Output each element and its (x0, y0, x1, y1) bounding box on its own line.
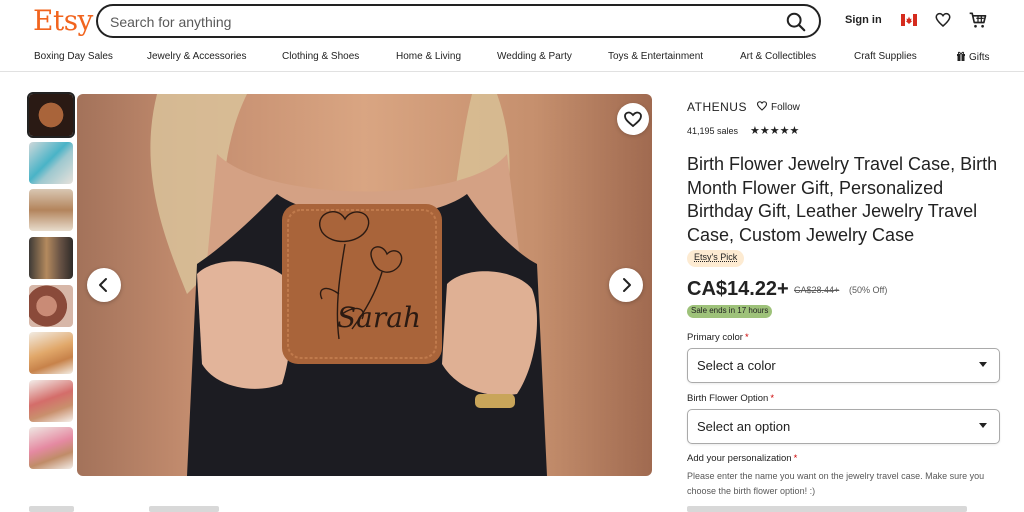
sales-count: 41,195 sales (687, 126, 739, 136)
current-price: CA$14.22+ (687, 278, 789, 300)
thumbnail-5[interactable] (29, 285, 73, 327)
etsy-logo[interactable]: Etsy (33, 4, 93, 37)
below-fold-textbox (687, 506, 967, 512)
nav-item-toys[interactable]: Toys & Entertainment (608, 51, 703, 62)
nav-item-gifts[interactable]: Gifts (956, 51, 990, 63)
nav-item-clothing[interactable]: Clothing & Shoes (282, 51, 359, 62)
gift-icon (957, 51, 965, 61)
nav-item-craft[interactable]: Craft Supplies (854, 51, 917, 62)
favorite-button[interactable] (617, 103, 649, 135)
thumbnail-2[interactable] (29, 142, 73, 184)
required-asterisk: * (793, 453, 798, 464)
product-title: Birth Flower Jewelry Travel Case, Birth … (687, 154, 998, 245)
personalization-help-text: Please enter the name you want on the je… (687, 471, 985, 496)
nav-item-wedding[interactable]: Wedding & Party (497, 51, 572, 62)
nav-item-boxing-day[interactable]: Boxing Day Sales (34, 51, 113, 62)
thumbnail-8[interactable] (29, 427, 73, 469)
category-nav: Boxing Day Sales Jewelry & Accessories C… (0, 44, 1024, 72)
previous-image-button[interactable] (87, 268, 121, 302)
nav-item-gifts-label: Gifts (969, 52, 990, 63)
main-product-image[interactable]: Sarah (77, 94, 652, 476)
original-price: CA$28.44+ (794, 285, 840, 295)
primary-color-select[interactable]: Select a color (687, 348, 1000, 383)
thumbnail-3[interactable] (29, 189, 73, 231)
engraved-name: Sarah (337, 301, 421, 334)
thumbnail-7[interactable] (29, 380, 73, 422)
next-image-button[interactable] (609, 268, 643, 302)
primary-color-value: Select a color (697, 358, 776, 373)
personalization-label: Add your personalization * (687, 453, 797, 464)
birth-flower-label-text: Birth Flower Option (687, 393, 769, 404)
required-asterisk: * (744, 332, 749, 343)
follow-label: Follow (771, 102, 800, 113)
sale-ends-badge: Sale ends in 17 hours (687, 305, 773, 318)
thumbnail-6[interactable] (29, 332, 73, 374)
discount-percent: (50% Off) (849, 285, 888, 295)
nav-item-jewelry[interactable]: Jewelry & Accessories (147, 51, 246, 62)
chevron-left-icon (99, 278, 107, 292)
search-icon[interactable] (785, 11, 807, 33)
caret-down-icon (979, 423, 987, 428)
sign-in-link[interactable]: Sign in (845, 14, 882, 26)
primary-color-label: Primary color * (687, 332, 749, 343)
nav-item-art[interactable]: Art & Collectibles (740, 51, 816, 62)
follow-heart-icon (756, 101, 768, 111)
follow-button[interactable]: Follow (756, 100, 800, 113)
etsys-pick-badge[interactable]: Etsy's Pick (687, 250, 745, 267)
below-fold-text (29, 506, 74, 512)
primary-color-label-text: Primary color (687, 332, 743, 343)
required-asterisk: * (770, 393, 775, 404)
chevron-right-icon (623, 278, 631, 292)
thumbnail-1[interactable] (27, 92, 75, 138)
caret-down-icon (979, 362, 987, 367)
personalization-label-text: Add your personalization (687, 453, 792, 464)
shop-name[interactable]: ATHENUS (687, 100, 747, 114)
cart-icon[interactable] (968, 10, 988, 30)
product-photo: Sarah (150, 94, 547, 476)
below-fold-stars (149, 506, 219, 512)
search-bar (96, 4, 821, 38)
nav-item-home[interactable]: Home & Living (396, 51, 461, 62)
birth-flower-select[interactable]: Select an option (687, 409, 1000, 444)
birth-flower-value: Select an option (697, 419, 791, 434)
thumbnail-4[interactable] (29, 237, 73, 279)
rating-stars[interactable]: ★★★★★ (750, 124, 799, 137)
canada-flag-icon[interactable] (901, 14, 917, 26)
header: Etsy Sign in (0, 0, 1024, 44)
heart-icon (624, 111, 642, 128)
etsys-pick-label: Etsy's Pick (694, 252, 738, 262)
search-input[interactable] (110, 12, 750, 32)
birth-flower-label: Birth Flower Option * (687, 393, 774, 404)
favorites-heart-icon[interactable] (934, 11, 952, 29)
